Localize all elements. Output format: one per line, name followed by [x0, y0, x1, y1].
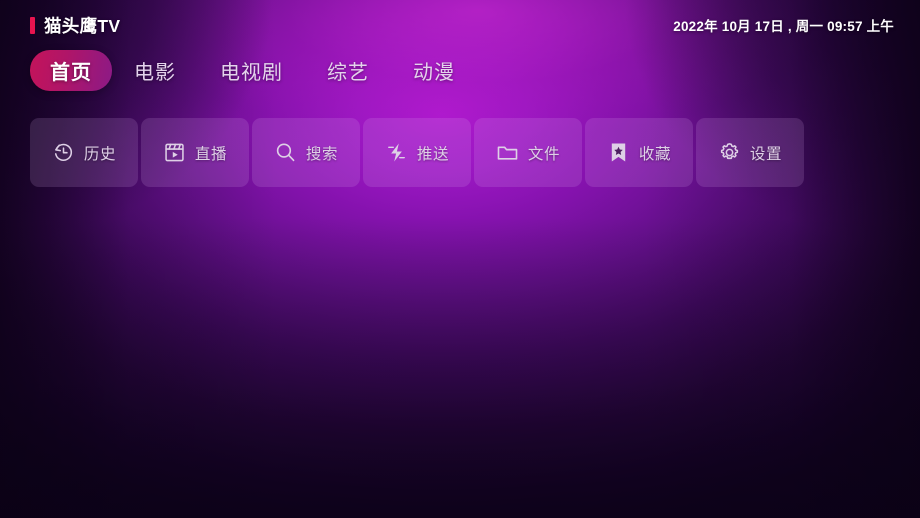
tab-anime[interactable]: 动漫: [391, 50, 477, 91]
app-root: 猫头鹰TV 2022年 10月 17日 , 周一 09:57 上午 首页 电影 …: [0, 0, 920, 518]
search-icon: [274, 141, 297, 164]
quick-action-label: 搜索: [305, 145, 339, 163]
history-clock-icon: [52, 141, 75, 164]
quick-action-files[interactable]: 文件: [474, 118, 582, 187]
bookmark-star-icon: [607, 141, 630, 164]
quick-action-label: 设置: [749, 145, 783, 163]
live-play-frame-icon: [163, 141, 186, 164]
gear-icon: [718, 141, 741, 164]
quick-action-label: 文件: [527, 145, 561, 163]
quick-action-label: 推送: [416, 145, 450, 163]
tab-tv-series[interactable]: 电视剧: [198, 50, 305, 91]
header-bar: 猫头鹰TV 2022年 10月 17日 , 周一 09:57 上午: [0, 11, 920, 39]
quick-action-settings[interactable]: 设置: [696, 118, 804, 187]
quick-action-row: 历史 直播 搜索 推送 文件 收藏 设置: [30, 118, 804, 187]
brand-accent-bar-icon: [30, 16, 35, 34]
quick-action-history[interactable]: 历史: [30, 118, 138, 187]
quick-action-favorites[interactable]: 收藏: [585, 118, 693, 187]
lightning-push-icon: [385, 141, 408, 164]
app-title: 猫头鹰TV: [44, 15, 121, 36]
category-tabs: 首页 电影 电视剧 综艺 动漫: [30, 50, 477, 91]
app-brand: 猫头鹰TV: [30, 13, 120, 38]
quick-action-label: 收藏: [638, 145, 672, 163]
folder-icon: [496, 141, 519, 164]
tab-variety[interactable]: 综艺: [305, 50, 391, 91]
quick-action-label: 历史: [83, 145, 117, 163]
tab-home[interactable]: 首页: [30, 50, 112, 91]
quick-action-search[interactable]: 搜索: [252, 118, 360, 187]
content-root: 猫头鹰TV 2022年 10月 17日 , 周一 09:57 上午 首页 电影 …: [0, 0, 920, 518]
datetime-display: 2022年 10月 17日 , 周一 09:57 上午: [673, 19, 894, 34]
tab-movies[interactable]: 电影: [112, 50, 198, 91]
quick-action-push[interactable]: 推送: [363, 118, 471, 187]
quick-action-live[interactable]: 直播: [141, 118, 249, 187]
quick-action-label: 直播: [194, 145, 228, 163]
